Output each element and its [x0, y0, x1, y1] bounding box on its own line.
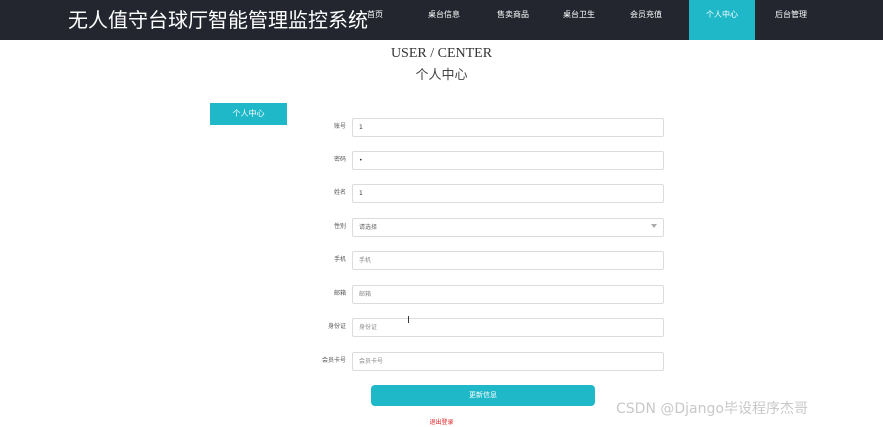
chevron-down-icon	[651, 224, 657, 228]
gender-select[interactable]: 请选择	[352, 218, 664, 237]
gender-select-value: 请选择	[359, 224, 378, 231]
id-card-field[interactable]	[352, 318, 664, 337]
account-label: 账号	[333, 123, 346, 130]
text-cursor-icon: I	[407, 315, 410, 326]
name-field[interactable]	[352, 184, 664, 203]
logout-link[interactable]: 退出登录	[0, 417, 883, 426]
id-card-label: 身份证	[327, 323, 346, 330]
gender-label: 性别	[333, 223, 346, 230]
member-card-label: 会员卡号	[321, 357, 346, 364]
nav-item-home[interactable]: 首页	[360, 0, 390, 40]
page-heading-en: USER / CENTER	[390, 46, 493, 61]
password-label: 密码	[333, 156, 346, 163]
nav-item-recharge[interactable]: 会员充值	[626, 0, 666, 40]
page-heading-cn: 个人中心	[415, 68, 468, 83]
nav-item-user-center[interactable]: 个人中心	[689, 0, 755, 40]
nav-item-hygiene[interactable]: 桌台卫生	[559, 0, 599, 40]
phone-field[interactable]	[352, 251, 664, 270]
nav-item-tables[interactable]: 桌台信息	[424, 0, 464, 40]
nav-item-products[interactable]: 售卖商品	[493, 0, 533, 40]
member-card-field[interactable]	[352, 352, 664, 371]
name-label: 姓名	[333, 189, 346, 196]
top-bar: 无人值守台球厅智能管理监控系统 首页 桌台信息 售卖商品 桌台卫生 会员充值 个…	[0, 0, 883, 40]
site-title: 无人值守台球厅智能管理监控系统	[68, 8, 368, 32]
update-info-button[interactable]: 更新信息	[371, 385, 595, 406]
email-label: 邮箱	[333, 290, 346, 297]
password-field[interactable]	[352, 151, 664, 170]
account-field[interactable]	[352, 118, 664, 137]
phone-label: 手机	[333, 256, 346, 263]
watermark: CSDN @Django毕设程序杰哥	[616, 401, 808, 417]
nav-item-admin[interactable]: 后台管理	[770, 0, 812, 40]
sidebar-tab-user-center[interactable]: 个人中心	[210, 103, 287, 125]
email-field[interactable]	[352, 285, 664, 304]
